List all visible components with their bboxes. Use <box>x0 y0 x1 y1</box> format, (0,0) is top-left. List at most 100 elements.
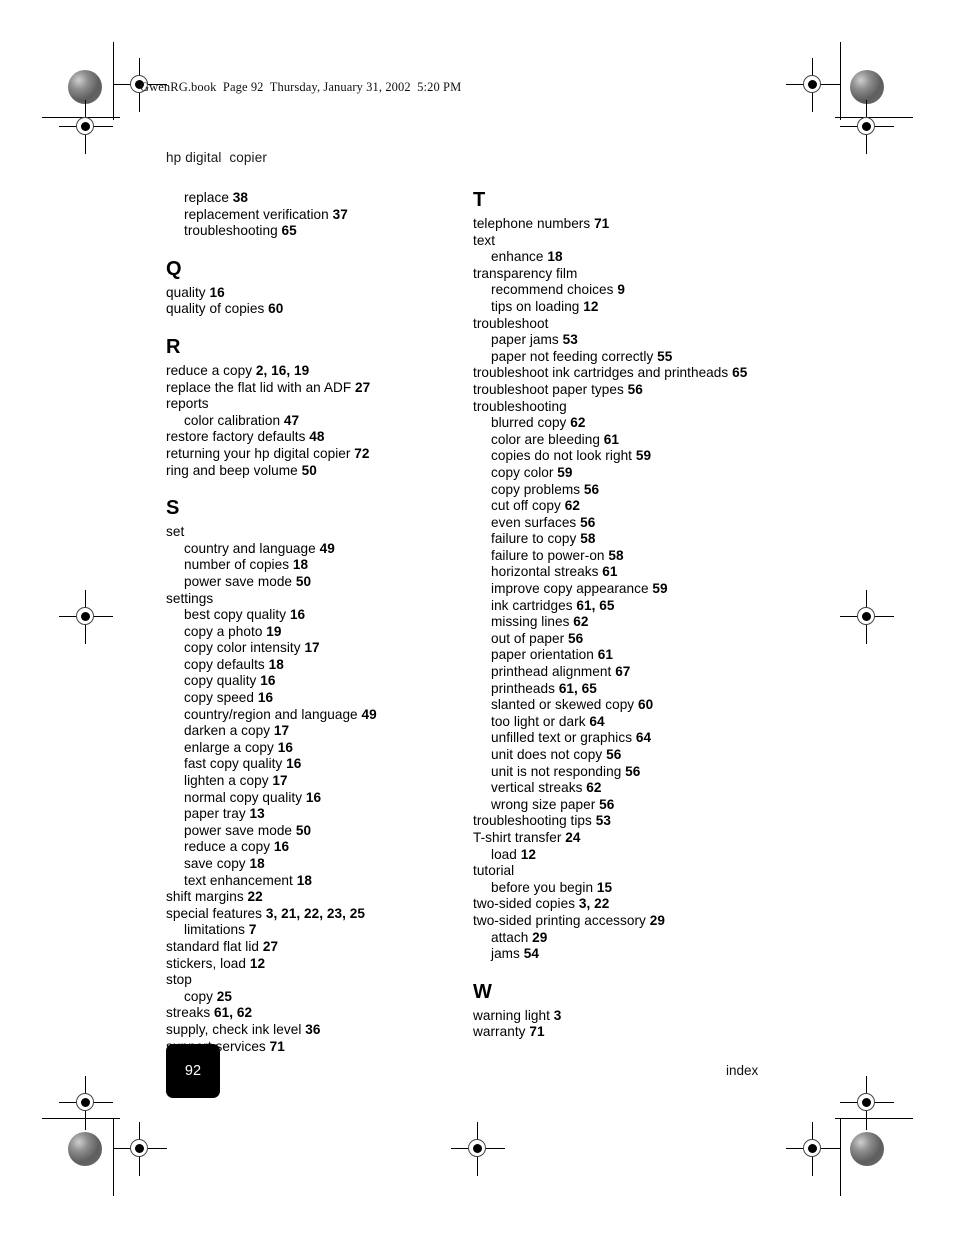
index-entry-term: streaks <box>166 1005 211 1021</box>
index-entry-term: unit does not copy <box>491 747 603 762</box>
index-subentry: color are bleeding 61 <box>473 432 793 449</box>
color-patch-top-right <box>850 70 884 104</box>
index-subentry: unit is not responding 56 <box>473 764 793 781</box>
index-subentry: country and language 49 <box>166 541 486 558</box>
index-entry-term: troubleshooting tips <box>473 813 592 829</box>
index-subentry: best copy quality 16 <box>166 607 486 624</box>
index-section-letter: Q <box>166 257 182 280</box>
index-subentry: load 12 <box>473 847 793 864</box>
index-subentry: tips on loading 12 <box>473 299 793 316</box>
index-column-right: Ttelephone numbers 71 text enhance 18 trans… <box>473 190 793 1041</box>
index-entry-pages: 56 <box>599 796 615 812</box>
index-section-letter: R <box>166 335 181 358</box>
index-entry: warranty 71 <box>473 1024 793 1041</box>
index-entry-pages: 62 <box>564 498 580 514</box>
index-entry-term: best copy quality <box>184 607 287 623</box>
index-entry-term: copy defaults <box>184 656 265 672</box>
index-subentry: unfilled text or graphics 64 <box>473 730 793 747</box>
registration-mark-right-middle <box>840 590 894 644</box>
index-subentry: failure to power-on 58 <box>473 548 793 565</box>
index-entry-pages: 61 <box>597 647 613 663</box>
index-subentry: lighten a copy 17 <box>166 773 486 790</box>
index-entry-pages: 58 <box>580 531 596 547</box>
index-entry: troubleshoot <box>473 316 793 333</box>
index-entry-pages: 71 <box>529 1024 545 1040</box>
index-subentry: normal copy quality 16 <box>166 790 486 807</box>
index-entry-pages: 56 <box>627 381 643 397</box>
index-entry: reduce a copy 2, 16, 19 <box>166 363 486 380</box>
index-entry-term: settings <box>166 590 214 606</box>
index-entry-term: horizontal streaks <box>491 564 599 580</box>
page-number-badge: 92 <box>166 1044 220 1098</box>
index-entry-term: text enhancement <box>184 872 293 888</box>
index-entry-pages: 60 <box>638 697 654 713</box>
crop-line-top-right-vertical <box>840 42 841 120</box>
index-entry-term: supply, check ink level <box>166 1021 302 1037</box>
index-subentry: enlarge a copy 16 <box>166 740 486 757</box>
index-entry-pages: 62 <box>570 415 586 431</box>
registration-mark-left-middle <box>59 590 113 644</box>
index-entry-term: reports <box>166 396 209 412</box>
index-entry-term: fast copy quality <box>184 756 283 772</box>
index-entry-term: shift margins <box>166 889 244 905</box>
index-entry-pages: 47 <box>283 412 300 428</box>
index-entry-term: ink cartridges <box>491 597 573 613</box>
index-entry-term: standard flat lid <box>166 938 260 954</box>
registration-mark-right-lower <box>840 1076 894 1130</box>
index-entry-pages: 12 <box>249 955 266 971</box>
book-file-header: GwenRG.book Page 92 Thursday, January 31… <box>140 80 462 94</box>
index-entry: troubleshoot ink cartridges and printhea… <box>473 365 793 382</box>
index-entry-term: unfilled text or graphics <box>491 730 633 746</box>
index-entry-term: limitations <box>184 922 245 938</box>
index-entry-pages: 61 <box>603 431 620 447</box>
index-entry-pages: 16 <box>273 839 290 855</box>
index-entry-term: load <box>491 846 517 862</box>
index-entry: tutorial <box>473 863 793 880</box>
index-entry-term: stickers, load <box>166 955 247 971</box>
index-entry-pages: 29 <box>532 929 548 945</box>
index-entry-term: before you begin <box>491 879 594 895</box>
index-entry-term: power save mode <box>184 822 293 838</box>
index-entry-term: troubleshooting <box>473 398 567 414</box>
index-entry-pages: 17 <box>272 773 288 789</box>
index-entry-pages: 61, 65 <box>576 597 615 613</box>
index-entry-term: telephone numbers <box>473 216 591 231</box>
index-entry: restore factory defaults 48 <box>166 429 486 446</box>
index-entry-term: T-shirt transfer <box>473 829 562 845</box>
index-entry-term: save copy <box>184 856 246 871</box>
index-entry-pages: 18 <box>249 856 265 871</box>
index-entry-pages: 24 <box>565 829 581 845</box>
index-section-letter: W <box>473 980 493 1003</box>
index-entry-term: special features <box>166 905 263 921</box>
index-entry-term: darken a copy <box>184 723 271 739</box>
index-entry-term: reduce a copy <box>166 362 253 378</box>
index-entry: standard flat lid 27 <box>166 939 486 956</box>
index-entry-pages: 62 <box>573 614 589 630</box>
index-entry-term: failure to copy <box>491 531 577 547</box>
index-subentry: replacement verification 37 <box>166 207 486 224</box>
index-subentry: darken a copy 17 <box>166 723 486 740</box>
index-entry-pages: 64 <box>589 713 605 729</box>
index-subentry: copy quality 16 <box>166 673 486 690</box>
index-entry-pages: 12 <box>520 846 536 862</box>
index-subentry: paper not feeding correctly 55 <box>473 349 793 366</box>
index-entry-pages: 50 <box>295 822 312 838</box>
page-number: 92 <box>184 1063 202 1079</box>
index-entry-term: country and language <box>184 540 316 556</box>
crop-line-left-horizontal <box>42 117 120 118</box>
index-entry-term: warranty <box>473 1024 526 1040</box>
index-entry-pages: 13 <box>249 806 265 822</box>
index-entry-pages: 18 <box>547 249 563 265</box>
index-entry-term: copy a photo <box>184 623 263 639</box>
index-subentry: attach 29 <box>473 930 793 947</box>
index-entry-term: enlarge a copy <box>184 739 274 755</box>
index-entry-pages: 3, 21, 22, 23, 25 <box>265 905 365 921</box>
document-page: GwenRG.book Page 92 Thursday, January 31… <box>0 0 954 1235</box>
index-entry-term: tips on loading <box>491 298 580 314</box>
index-entry-term: too light or dark <box>491 713 586 729</box>
index-subentry: power save mode 50 <box>166 574 486 591</box>
index-subentry: paper tray 13 <box>166 806 486 823</box>
crop-line-right-horizontal <box>835 117 913 118</box>
